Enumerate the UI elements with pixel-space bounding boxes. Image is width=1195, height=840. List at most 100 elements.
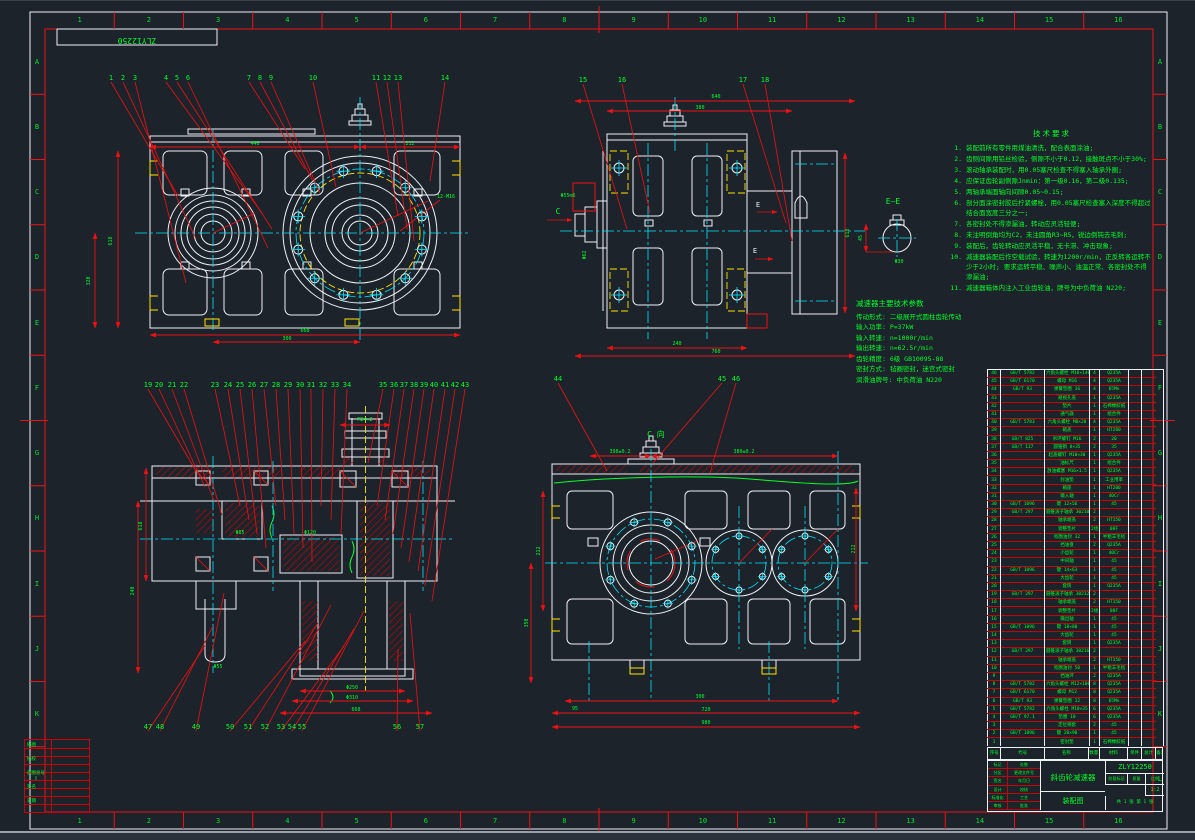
parts-list-row[interactable]: 42垫片1石棉橡胶纸: [988, 402, 1164, 410]
parts-list-table[interactable]: 46GB/T 5782六角头螺栓 M16×1404Q235A45GB/T 617…: [987, 369, 1164, 746]
parts-list-row[interactable]: 39箱盖1HT200: [988, 427, 1164, 435]
part-balloon[interactable]: 38: [410, 381, 418, 389]
parts-list-row[interactable]: 11轴承端盖2HT150: [988, 656, 1164, 664]
part-balloon[interactable]: 13: [394, 74, 402, 82]
parts-list-row[interactable]: 5GB/T 5782六角头螺栓 M10×356Q235A: [988, 705, 1164, 713]
part-balloon[interactable]: 18: [761, 76, 769, 84]
parts-list-row[interactable]: 27调整垫片2组08F: [988, 525, 1164, 533]
parts-list-row[interactable]: 40GB/T 5783六角头螺栓 M8×204Q235A: [988, 419, 1164, 427]
part-balloon[interactable]: 31: [307, 381, 315, 389]
part-balloon[interactable]: 43: [461, 381, 469, 389]
parts-list-row[interactable]: 2GB/T 1096键 20×90145: [988, 730, 1164, 738]
part-balloon[interactable]: 33: [331, 381, 339, 389]
part-balloon[interactable]: 56: [393, 723, 401, 731]
part-balloon[interactable]: 7: [247, 74, 251, 82]
parts-list-row[interactable]: 29GB/T 297圆锥滚子轴承 302102: [988, 509, 1164, 517]
part-balloon[interactable]: 53: [277, 723, 285, 731]
part-balloon[interactable]: 49: [192, 723, 200, 731]
parts-list-row[interactable]: 15GB/T 1096键 18×80145: [988, 623, 1164, 631]
part-balloon[interactable]: 2: [121, 74, 125, 82]
part-balloon[interactable]: 52: [261, 723, 269, 731]
parts-list-row[interactable]: 3定位销套245: [988, 722, 1164, 730]
parts-list-row[interactable]: 26毡圈油封 321半粗羊毛毡: [988, 533, 1164, 541]
parts-list-row[interactable]: 30GB/T 1096键 12×56145: [988, 501, 1164, 509]
part-balloon[interactable]: 35: [379, 381, 387, 389]
parts-list-row[interactable]: 45GB/T 6170螺母 M164Q235A: [988, 378, 1164, 386]
part-balloon[interactable]: 37: [400, 381, 408, 389]
part-balloon[interactable]: 19: [144, 381, 152, 389]
part-balloon[interactable]: 11: [372, 74, 380, 82]
parts-list-row[interactable]: 46GB/T 5782六角头螺栓 M16×1404Q235A: [988, 370, 1164, 378]
part-balloon[interactable]: 20: [155, 381, 163, 389]
part-balloon[interactable]: 27: [260, 381, 268, 389]
part-balloon[interactable]: 54: [288, 723, 296, 731]
parts-list-row[interactable]: 32箱座1HT200: [988, 484, 1164, 492]
part-balloon[interactable]: 1: [109, 74, 113, 82]
parts-list-row[interactable]: 34放油螺塞 M16×1.51Q235A: [988, 468, 1164, 476]
part-balloon[interactable]: 57: [416, 723, 424, 731]
part-balloon[interactable]: 34: [343, 381, 351, 389]
parts-list-row[interactable]: 24小齿轮140Cr: [988, 550, 1164, 558]
part-balloon[interactable]: 55: [298, 723, 306, 731]
part-balloon[interactable]: 46: [732, 375, 740, 383]
parts-list-row[interactable]: 36起盖螺钉 M10×301Q235A: [988, 451, 1164, 459]
parts-list-row[interactable]: 37GB/T 117圆锥销 8×35235: [988, 443, 1164, 451]
parts-list-row[interactable]: 21大齿轮145: [988, 574, 1164, 582]
part-balloon[interactable]: 51: [244, 723, 252, 731]
part-balloon[interactable]: 40: [430, 381, 438, 389]
part-balloon[interactable]: 8: [258, 74, 262, 82]
parts-list-row[interactable]: 8GB/T 5782六角头螺栓 M12×1008Q235A: [988, 681, 1164, 689]
parts-list-row[interactable]: 41通气器1组合件: [988, 410, 1164, 418]
part-balloon[interactable]: 17: [739, 76, 747, 84]
parts-list-row[interactable]: 19GB/T 297圆锥滚子轴承 302122: [988, 591, 1164, 599]
parts-list-row[interactable]: 18轴承端盖2HT150: [988, 599, 1164, 607]
part-balloon[interactable]: 23: [211, 381, 219, 389]
parts-list-row[interactable]: 20套筒1Q235A: [988, 582, 1164, 590]
parts-list-row[interactable]: 10毡圈油封 501半粗羊毛毡: [988, 664, 1164, 672]
parts-list-row[interactable]: 43窥视孔盖1Q235A: [988, 394, 1164, 402]
part-balloon[interactable]: 25: [236, 381, 244, 389]
parts-list-row[interactable]: 4GB/T 97.1垫圈 106Q235A: [988, 713, 1164, 721]
part-balloon[interactable]: 16: [618, 76, 626, 84]
parts-list-row[interactable]: 22GB/T 1096键 14×63145: [988, 566, 1164, 574]
part-balloon[interactable]: 42: [451, 381, 459, 389]
part-balloon[interactable]: 39: [420, 381, 428, 389]
parts-list-row[interactable]: 1密封垫1石棉橡胶纸: [988, 738, 1164, 746]
part-balloon[interactable]: 22: [180, 381, 188, 389]
parts-list-row[interactable]: 13套筒1Q235A: [988, 640, 1164, 648]
part-balloon[interactable]: 32: [319, 381, 327, 389]
parts-list-row[interactable]: 44GB/T 93弹簧垫圈 16465Mn: [988, 386, 1164, 394]
part-balloon[interactable]: 45: [718, 375, 726, 383]
part-balloon[interactable]: 48: [156, 723, 164, 731]
parts-list-row[interactable]: 38GB/T 825吊环螺钉 M16220: [988, 435, 1164, 443]
parts-list-row[interactable]: 17调整垫片2组08F: [988, 607, 1164, 615]
parts-list-row[interactable]: 14大齿轮145: [988, 632, 1164, 640]
part-balloon[interactable]: 6: [186, 74, 190, 82]
parts-list-row[interactable]: 25挡油盘2Q235A: [988, 541, 1164, 549]
part-balloon[interactable]: 28: [272, 381, 280, 389]
parts-list-row[interactable]: 7GB/T 6170螺母 M128Q235A: [988, 689, 1164, 697]
parts-list-row[interactable]: 23中间轴145: [988, 558, 1164, 566]
part-balloon[interactable]: 41: [441, 381, 449, 389]
part-balloon[interactable]: 15: [579, 76, 587, 84]
part-balloon[interactable]: 3: [133, 74, 137, 82]
part-balloon[interactable]: 14: [441, 74, 449, 82]
parts-list-row[interactable]: 6GB/T 93弹簧垫圈 12865Mn: [988, 697, 1164, 705]
part-balloon[interactable]: 47: [144, 723, 152, 731]
part-balloon[interactable]: 26: [248, 381, 256, 389]
part-balloon[interactable]: 5: [175, 74, 179, 82]
part-balloon[interactable]: 12: [383, 74, 391, 82]
parts-list-row[interactable]: 9挡油环2Q235A: [988, 672, 1164, 680]
part-balloon[interactable]: 10: [309, 74, 317, 82]
parts-list-row[interactable]: 12GB/T 297圆锥滚子轴承 302162: [988, 648, 1164, 656]
part-balloon[interactable]: 29: [284, 381, 292, 389]
part-balloon[interactable]: 4: [164, 74, 168, 82]
part-balloon[interactable]: 36: [390, 381, 398, 389]
part-balloon[interactable]: 30: [296, 381, 304, 389]
parts-list-row[interactable]: 28轴承端盖2HT150: [988, 517, 1164, 525]
parts-list-row[interactable]: 35油标尺1组合件: [988, 460, 1164, 468]
part-balloon[interactable]: 44: [554, 375, 562, 383]
parts-list-row[interactable]: 33封油垫1工业用革: [988, 476, 1164, 484]
part-balloon[interactable]: 50: [226, 723, 234, 731]
part-balloon[interactable]: 24: [224, 381, 232, 389]
